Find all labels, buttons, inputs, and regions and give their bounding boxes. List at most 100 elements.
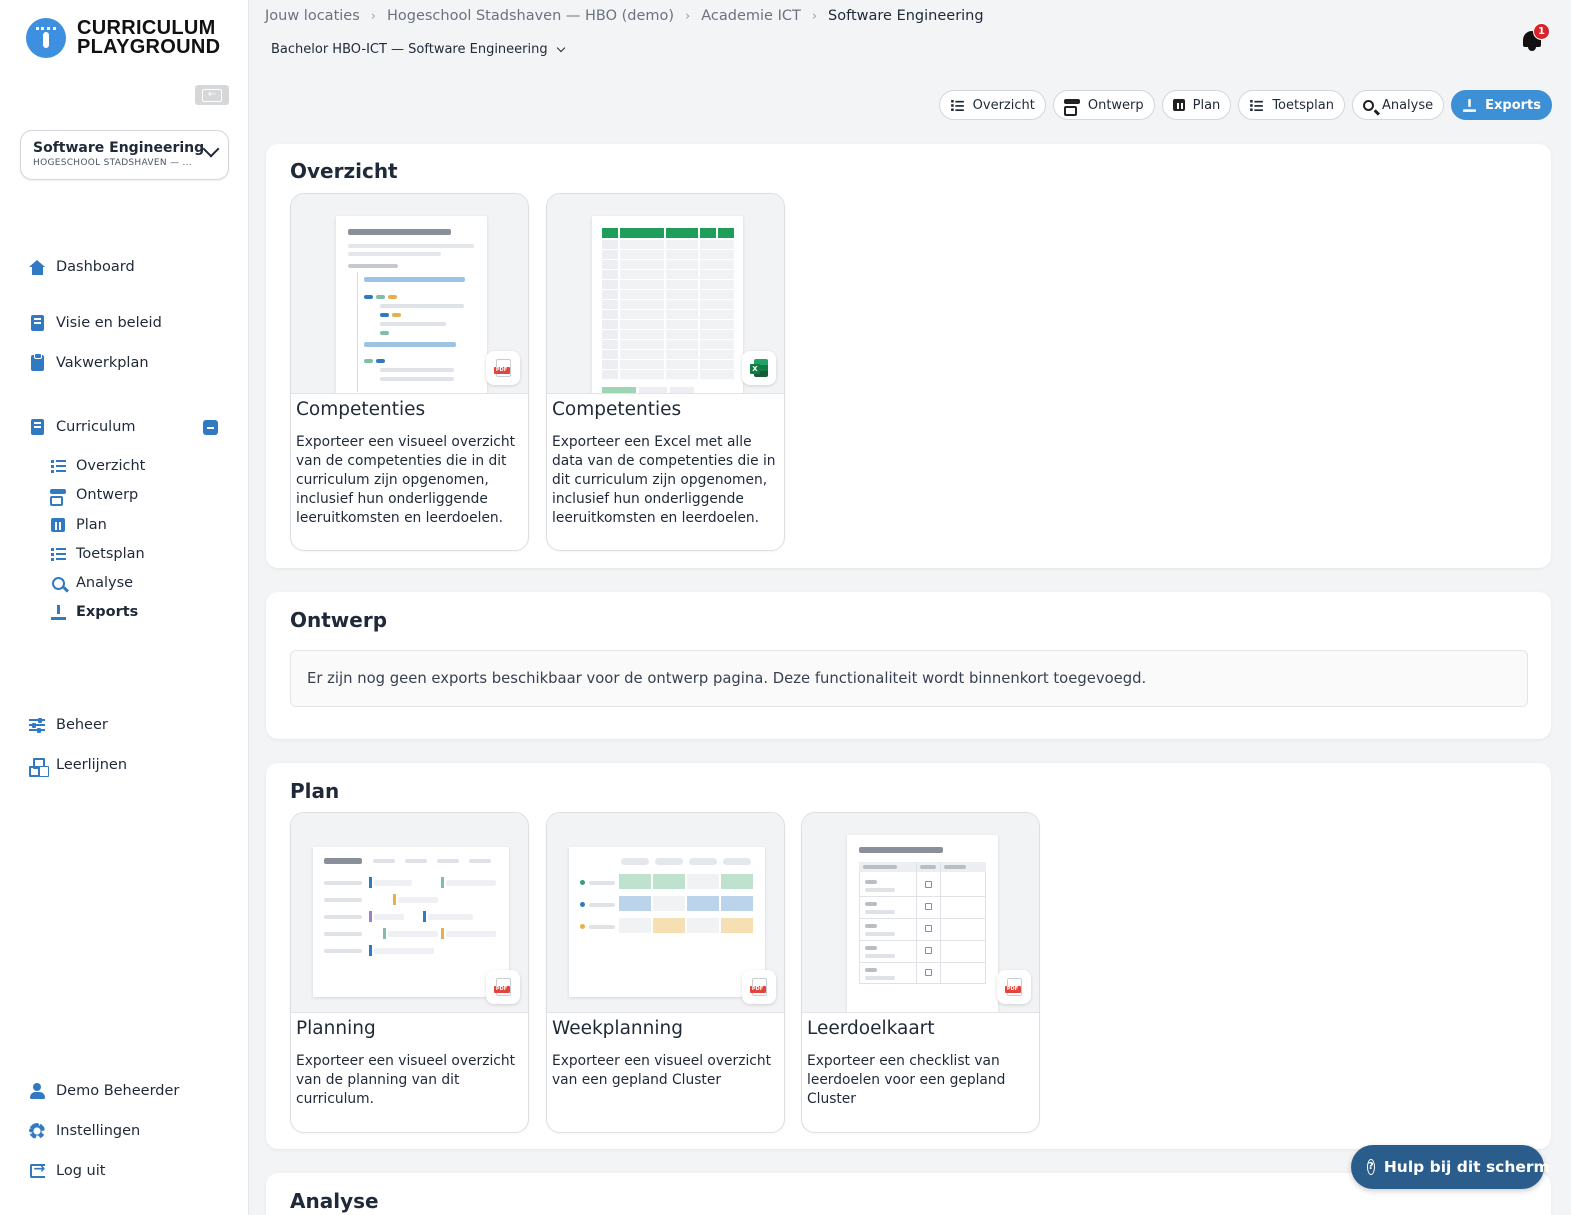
collapse-sidebar-button[interactable]: ← [195,85,229,105]
sidebar-subitem-exports[interactable]: Exports [49,603,138,621]
sidebar: CURRICULUM PLAYGROUND ← Software Enginee… [0,0,249,1215]
export-card-description: Exporteer een checklist van leerdoelen v… [807,1053,1006,1107]
checklist-icon [49,545,67,563]
sidebar-item-label: Instellingen [56,1123,141,1139]
sidebar-subitem-analyse[interactable]: Analyse [49,574,133,592]
export-preview [291,194,528,394]
sidebar-item-label: Analyse [76,575,134,591]
sidebar-item-leerlijnen[interactable]: Leerlijnen [28,756,128,777]
tab-overzicht[interactable]: Overzicht [938,90,1046,120]
tab-ontwerp[interactable]: Ontwerp [1052,90,1155,120]
sidebar-item-label: Vakwerkplan [56,355,149,371]
pdf-file-icon [486,970,520,1004]
tab-exports[interactable]: Exports [1451,90,1552,120]
book-icon [28,314,46,332]
sidebar-subitem-ontwerp[interactable]: Ontwerp [49,486,139,506]
tab-label: Ontwerp [1087,97,1144,113]
section-title: Ontwerp [290,608,388,632]
export-card-competenties-excel[interactable]: Competenties Exporteer een Excel met all… [546,193,785,551]
export-card-weekplanning[interactable]: Weekplanning Exporteer een visueel overz… [546,812,785,1133]
curriculum-selector[interactable]: Bachelor HBO-ICT — Software Engineering [271,42,565,57]
help-button[interactable]: ? Hulp bij dit scherm [1351,1145,1550,1189]
logout-icon [28,1161,46,1180]
export-card-description: Exporteer een visueel overzicht van de p… [296,1053,516,1107]
sidebar-item-vakwerkplan[interactable]: Vakwerkplan [28,353,149,372]
sidebar-item-label: Toetsplan [76,546,145,562]
export-preview [802,813,1039,1013]
sidebar-item-visie[interactable]: Visie en beleid [28,314,162,332]
cubes-icon [28,756,46,777]
design-icon [49,486,67,506]
sidebar-item-label: Exports [76,604,139,620]
export-card-competenties-pdf[interactable]: Competenties Exporteer een visueel overz… [290,193,529,551]
sidebar-item-label: Leerlijnen [56,757,128,773]
export-card-title: Competenties [552,399,682,420]
empty-state-message: Er zijn nog geen exports beschikbaar voo… [290,650,1528,707]
section-title: Overzicht [290,159,398,183]
sliders-icon [28,716,46,734]
export-preview [547,194,784,394]
sidebar-item-label: Log uit [56,1163,106,1179]
sidebar-item-settings[interactable]: Instellingen [28,1122,140,1140]
tab-label: Plan [1192,97,1221,113]
sidebar-item-curriculum[interactable]: Curriculum [28,418,136,436]
logo-line-2: PLAYGROUND [77,36,221,58]
sidebar-item-label: Visie en beleid [56,315,162,331]
list-icon [950,99,965,112]
sidebar-subitem-toetsplan[interactable]: Toetsplan [49,545,145,563]
download-icon [1462,98,1477,113]
tab-label: Toetsplan [1272,97,1334,113]
notifications-button[interactable]: 1 [1521,23,1550,52]
magnifier-chart-icon [1362,99,1374,111]
tab-plan[interactable]: Plan [1161,90,1232,120]
sidebar-item-label: Ontwerp [76,487,139,503]
sidebar-item-user[interactable]: Demo Beheerder [28,1082,179,1100]
sidebar-item-logout[interactable]: Log uit [28,1161,106,1180]
sidebar-item-label: Curriculum [56,419,136,435]
notification-count-badge: 1 [1533,23,1550,40]
breadcrumb-item[interactable]: Jouw locaties [265,8,360,24]
download-icon [49,603,67,621]
export-card-description: Exporteer een Excel met alle data van de… [552,434,776,526]
calendar-icon [1172,99,1185,111]
export-card-leerdoelkaart[interactable]: Leerdoelkaart Exporteer een checklist va… [801,812,1040,1133]
tab-analyse[interactable]: Analyse [1351,90,1445,120]
sidebar-item-label: Plan [76,517,107,533]
sidebar-item-label: Demo Beheerder [56,1083,180,1099]
house-icon [28,258,46,276]
sidebar-item-beheer[interactable]: Beheer [28,716,108,734]
program-title: Software Engineering [33,140,205,156]
help-button-label: Hulp bij dit scherm [1383,1158,1550,1176]
chevron-right-icon: › [370,8,376,24]
app-logo[interactable]: CURRICULUM PLAYGROUND [26,18,220,58]
export-card-planning[interactable]: Planning Exporteer een visueel overzicht… [290,812,529,1133]
breadcrumb-item[interactable]: Academie ICT [701,8,801,24]
breadcrumb-item[interactable]: Hogeschool Stadshaven — HBO (demo) [387,8,674,24]
pdf-file-icon [742,970,776,1004]
sidebar-item-dashboard[interactable]: Dashboard [28,258,135,276]
export-preview [291,813,528,1013]
book-icon [28,418,46,436]
tab-label: Overzicht [972,97,1035,113]
chevron-down-icon [556,43,565,53]
chevron-right-icon: › [811,8,818,24]
sidebar-item-label: Overzicht [76,458,146,474]
page-tabs: Overzicht Ontwerp Plan Toetsplan Analyse… [938,90,1552,120]
sidebar-subitem-overzicht[interactable]: Overzicht [49,457,145,475]
section-plan: Plan PDF Planning Exporteer een visueel … [266,763,1551,1149]
sidebar-subitem-plan[interactable]: Plan [49,516,107,534]
collapse-arrow-icon: ← [202,88,222,102]
gear-icon [28,1122,46,1140]
tab-toetsplan[interactable]: Toetsplan [1238,90,1345,120]
question-circle-icon: ? [1367,1159,1375,1175]
collapse-curriculum-button[interactable] [203,420,218,435]
export-card-title: Competenties [296,399,426,420]
section-title: Plan [290,779,340,803]
calendar-icon [49,516,67,534]
export-card-title: Leerdoelkaart [807,1018,935,1039]
program-selector[interactable]: Software Engineering HOGESCHOOL STADSHAV… [20,130,229,180]
export-card-description: Exporteer een visueel overzicht van de c… [296,434,516,526]
curriculum-selector-label: Bachelor HBO-ICT — Software Engineering [271,42,548,57]
chevron-right-icon: › [685,8,691,24]
breadcrumb: Jouw locaties › Hogeschool Stadshaven — … [265,8,984,24]
